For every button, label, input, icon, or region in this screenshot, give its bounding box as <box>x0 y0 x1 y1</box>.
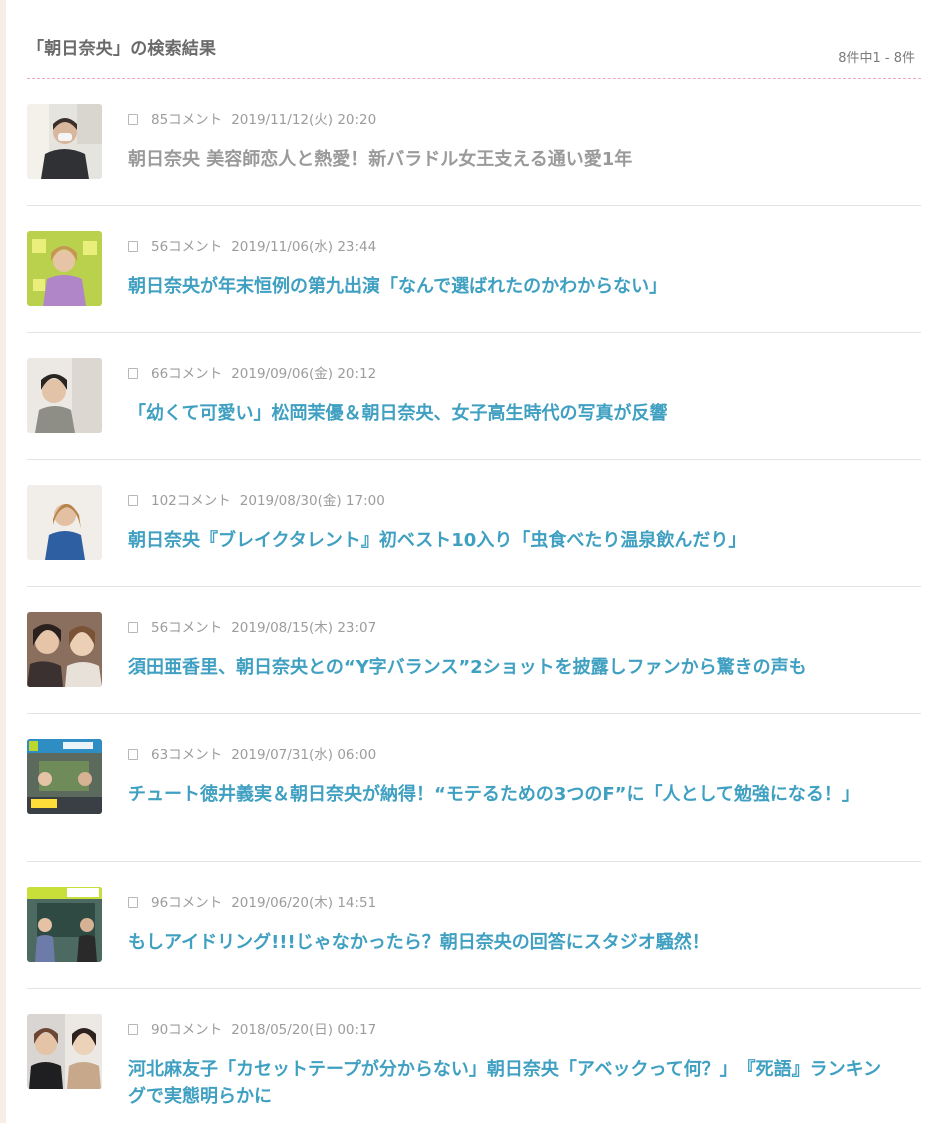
article-meta: 85コメント 2019/11/12(火) 20:20 <box>128 108 376 128</box>
comment-count: 102コメント <box>151 493 231 509</box>
list-item: 96コメント 2019/06/20(木) 14:51 もしアイドリング!!!じゃな… <box>27 862 921 989</box>
comment-icon <box>128 368 138 379</box>
post-date: 2019/09/06(金) 20:12 <box>231 366 377 382</box>
list-item: 90コメント 2018/05/20(日) 00:17 河北麻友子「カセットテープが… <box>27 989 921 1136</box>
comment-count: 85コメント <box>151 112 223 128</box>
article-thumbnail[interactable] <box>27 739 102 814</box>
article-thumbnail[interactable] <box>27 612 102 687</box>
post-date: 2019/06/20(木) 14:51 <box>231 895 377 911</box>
search-results: 「朝日奈央」の検索結果 8件中1 - 8件 85コメント 2019/11/12(火… <box>27 0 921 1136</box>
post-date: 2018/05/20(日) 00:17 <box>231 1022 377 1038</box>
comment-count: 96コメント <box>151 895 223 911</box>
comment-count: 90コメント <box>151 1022 223 1038</box>
list-item: 66コメント 2019/09/06(金) 20:12 「幼くて可愛い」松岡茉優＆朝… <box>27 333 921 460</box>
post-date: 2019/11/12(火) 20:20 <box>231 112 377 128</box>
article-meta: 56コメント 2019/11/06(水) 23:44 <box>128 235 376 255</box>
post-date: 2019/08/30(金) 17:00 <box>239 493 385 509</box>
article-link[interactable]: 朝日奈央『ブレイクタレント』初ベスト10入り「虫食べたり温泉飲んだり」 <box>128 527 898 554</box>
article-meta: 96コメント 2019/06/20(木) 14:51 <box>128 891 376 911</box>
article-link[interactable]: 朝日奈央が年末恒例の第九出演「なんで選ばれたのかわからない」 <box>128 273 898 300</box>
comment-icon <box>128 622 138 633</box>
article-thumbnail[interactable] <box>27 887 102 962</box>
comment-icon <box>128 897 138 908</box>
article-list: 85コメント 2019/11/12(火) 20:20 朝日奈央 美容師恋人と熱愛！… <box>27 79 921 1136</box>
article-thumbnail[interactable] <box>27 358 102 433</box>
article-link[interactable]: チュート徳井義実＆朝日奈央が納得！“モテるための3つのF”に「人として勉強になる… <box>128 781 898 808</box>
post-date: 2019/11/06(水) 23:44 <box>231 239 377 255</box>
comment-count: 56コメント <box>151 620 223 636</box>
comment-icon <box>128 241 138 252</box>
comment-count: 56コメント <box>151 239 223 255</box>
article-meta: 66コメント 2019/09/06(金) 20:12 <box>128 362 376 382</box>
article-thumbnail[interactable] <box>27 1014 102 1089</box>
result-count: 8件中1 - 8件 <box>838 51 915 66</box>
article-link[interactable]: 朝日奈央 美容師恋人と熱愛！新バラドル女王支える通い愛1年 <box>128 146 898 173</box>
comment-count: 63コメント <box>151 747 223 763</box>
comment-icon <box>128 749 138 760</box>
comment-icon <box>128 114 138 125</box>
article-link[interactable]: 「幼くて可愛い」松岡茉優＆朝日奈央、女子高生時代の写真が反響 <box>128 400 898 427</box>
comment-icon <box>128 1024 138 1035</box>
list-item: 56コメント 2019/08/15(木) 23:07 須田亜香里、朝日奈央との“Y… <box>27 587 921 714</box>
list-item: 56コメント 2019/11/06(水) 23:44 朝日奈央が年末恒例の第九出演… <box>27 206 921 333</box>
list-item: 85コメント 2019/11/12(火) 20:20 朝日奈央 美容師恋人と熱愛！… <box>27 79 921 206</box>
page-title: 「朝日奈央」の検索結果 <box>27 39 217 59</box>
article-link[interactable]: もしアイドリング!!!じゃなかったら？朝日奈央の回答にスタジオ騒然！ <box>128 929 898 956</box>
article-link[interactable]: 河北麻友子「カセットテープが分からない」朝日奈央「アベックって何？」 『死語』ラ… <box>128 1056 898 1110</box>
article-thumbnail[interactable] <box>27 231 102 306</box>
article-meta: 90コメント 2018/05/20(日) 00:17 <box>128 1018 376 1038</box>
comment-icon <box>128 495 138 506</box>
results-header: 「朝日奈央」の検索結果 8件中1 - 8件 <box>27 0 921 79</box>
article-thumbnail[interactable] <box>27 104 102 179</box>
post-date: 2019/07/31(水) 06:00 <box>231 747 377 763</box>
article-meta: 56コメント 2019/08/15(木) 23:07 <box>128 616 376 636</box>
article-meta: 102コメント 2019/08/30(金) 17:00 <box>128 489 385 509</box>
article-thumbnail[interactable] <box>27 485 102 560</box>
article-meta: 63コメント 2019/07/31(水) 06:00 <box>128 743 376 763</box>
article-link[interactable]: 須田亜香里、朝日奈央との“Y字バランス”2ショットを披露しファンから驚きの声も <box>128 654 898 681</box>
post-date: 2019/08/15(木) 23:07 <box>231 620 377 636</box>
page-left-border <box>0 0 6 1123</box>
comment-count: 66コメント <box>151 366 223 382</box>
list-item: 63コメント 2019/07/31(水) 06:00 チュート徳井義実＆朝日奈央が… <box>27 714 921 862</box>
list-item: 102コメント 2019/08/30(金) 17:00 朝日奈央『ブレイクタレント… <box>27 460 921 587</box>
